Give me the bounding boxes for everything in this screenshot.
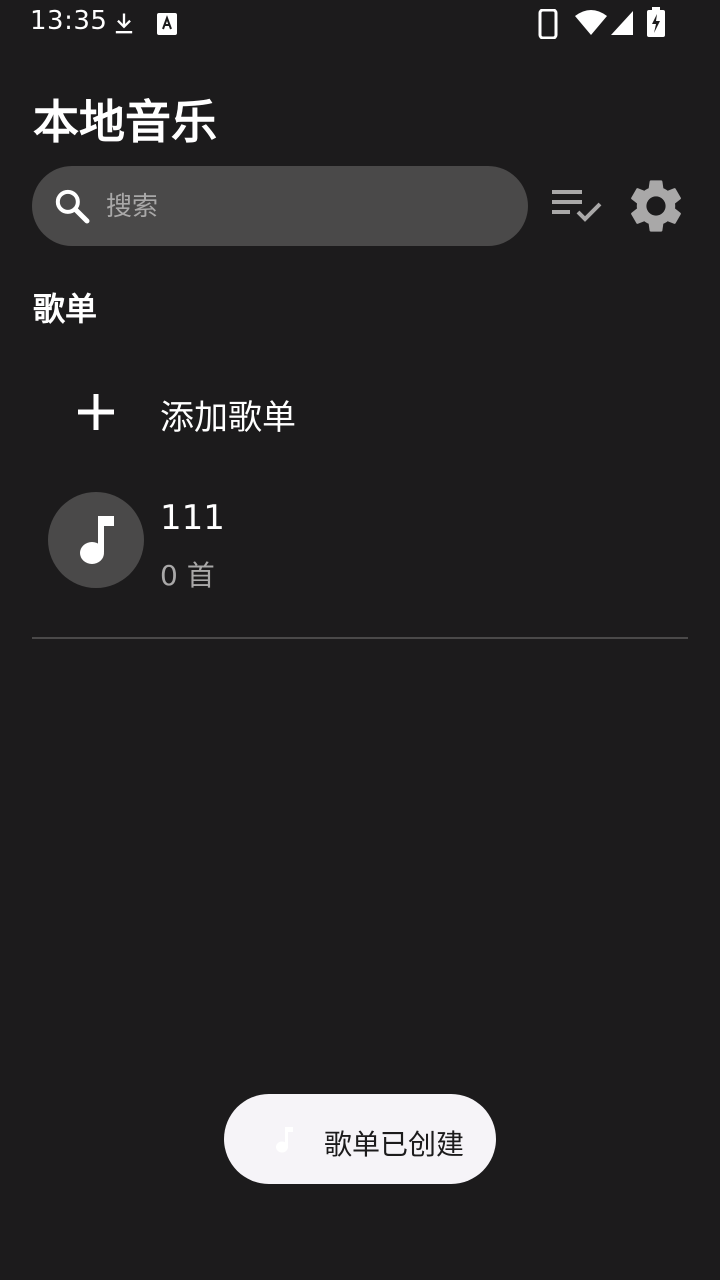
- wifi-icon: [575, 10, 607, 35]
- divider: [32, 637, 688, 639]
- phone-icon: [538, 9, 558, 39]
- search-bar[interactable]: [32, 166, 528, 246]
- music-note-icon: [80, 516, 114, 564]
- search-icon: [55, 189, 90, 224]
- settings-button[interactable]: [624, 174, 688, 238]
- signal-icon: [611, 11, 633, 35]
- playlist-song-count: 0 首: [160, 559, 215, 592]
- playlist-name: 111: [160, 498, 225, 538]
- download-icon: [115, 13, 133, 34]
- toast-message: 歌单已创建: [324, 1128, 465, 1161]
- gear-icon: [631, 180, 681, 232]
- playlist-item[interactable]: 111 0 首: [32, 482, 688, 600]
- status-time: 13:35: [30, 6, 108, 36]
- add-playlist-label: 添加歌单: [160, 398, 296, 438]
- plus-icon: [78, 394, 114, 430]
- section-title-playlists: 歌单: [33, 290, 98, 328]
- add-playlist-button[interactable]: 添加歌单: [32, 362, 688, 462]
- search-input[interactable]: [104, 186, 508, 228]
- status-bar: 13:35: [0, 0, 720, 48]
- page-title: 本地音乐: [33, 95, 217, 149]
- playlist-avatar: [48, 492, 144, 588]
- text-a-icon: [157, 13, 177, 35]
- battery-charging-icon: [647, 7, 665, 37]
- music-note-icon: [276, 1127, 293, 1153]
- toast: 歌单已创建: [224, 1094, 496, 1184]
- playlist-check-icon: [552, 190, 602, 222]
- multi-select-button[interactable]: [544, 174, 608, 238]
